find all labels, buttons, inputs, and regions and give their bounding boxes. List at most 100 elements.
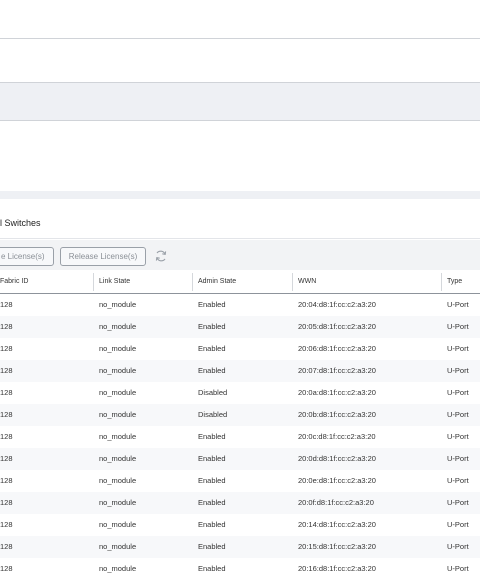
cell-fabric-id: 128 [0,432,13,441]
cell-type: U-Port [447,322,469,331]
cell-wwn: 20:0a:d8:1f:cc:c2:a3:20 [298,388,376,397]
cell-wwn: 20:06:d8:1f:cc:c2:a3:20 [298,344,376,353]
cell-link-state: no_module [99,410,137,419]
column-header-type[interactable]: Type [447,270,462,294]
cell-admin-state: Enabled [198,366,226,375]
cell-fabric-id: 128 [0,476,13,485]
cell-wwn: 20:07:d8:1f:cc:c2:a3:20 [298,366,376,375]
cell-link-state: no_module [99,344,137,353]
table-row[interactable]: 128 no_module Enabled 20:0d:d8:1f:cc:c2:… [0,448,480,470]
column-separator[interactable] [93,273,94,291]
cell-link-state: no_module [99,322,137,331]
panel-row [0,39,480,82]
cell-link-state: no_module [99,542,137,551]
cell-fabric-id: 128 [0,366,13,375]
cell-admin-state: Enabled [198,322,226,331]
cell-admin-state: Disabled [198,410,228,419]
cell-fabric-id: 128 [0,520,13,529]
cell-admin-state: Enabled [198,542,226,551]
cell-admin-state: Enabled [198,498,226,507]
cell-wwn: 20:04:d8:1f:cc:c2:a3:20 [298,300,376,309]
cell-admin-state: Enabled [198,432,226,441]
column-header-fabric-id[interactable]: Fabric ID [0,270,28,294]
cell-admin-state: Enabled [198,564,226,573]
cell-fabric-id: 128 [0,410,13,419]
column-header-wwn[interactable]: WWN [298,270,316,294]
cell-admin-state: Enabled [198,300,226,309]
cell-link-state: no_module [99,432,137,441]
cell-type: U-Port [447,432,469,441]
cell-wwn: 20:0d:d8:1f:cc:c2:a3:20 [298,454,376,463]
table-row[interactable]: 128 no_module Enabled 20:14:d8:1f:cc:c2:… [0,514,480,536]
cell-link-state: no_module [99,300,137,309]
cell-fabric-id: 128 [0,344,13,353]
column-separator[interactable] [441,273,442,291]
release-license-button[interactable]: Release License(s) [60,247,146,266]
cell-type: U-Port [447,520,469,529]
cell-link-state: no_module [99,476,137,485]
cell-wwn: 20:14:d8:1f:cc:c2:a3:20 [298,520,376,529]
table-toolbar: e License(s) Release License(s) [0,240,480,270]
table-row[interactable]: 128 no_module Enabled 20:07:d8:1f:cc:c2:… [0,360,480,382]
cell-type: U-Port [447,366,469,375]
cell-link-state: no_module [99,366,137,375]
cell-fabric-id: 128 [0,300,13,309]
table-row[interactable]: 128 no_module Enabled 20:06:d8:1f:cc:c2:… [0,338,480,360]
column-header-link-state[interactable]: Link State [99,270,130,294]
table-row[interactable]: 128 no_module Enabled 20:16:d8:1f:cc:c2:… [0,558,480,580]
cell-fabric-id: 128 [0,388,13,397]
cell-type: U-Port [447,476,469,485]
table-row[interactable]: 128 no_module Enabled 20:05:d8:1f:cc:c2:… [0,316,480,338]
table-body: 128 no_module Enabled 20:04:d8:1f:cc:c2:… [0,294,480,580]
table-row[interactable]: 128 no_module Enabled 20:0c:d8:1f:cc:c2:… [0,426,480,448]
cell-wwn: 20:0e:d8:1f:cc:c2:a3:20 [298,476,376,485]
section-title: l Switches [0,218,41,228]
cell-fabric-id: 128 [0,322,13,331]
panel-body [0,121,480,191]
cell-type: U-Port [447,498,469,507]
column-separator[interactable] [292,273,293,291]
cell-link-state: no_module [99,454,137,463]
divider [0,238,480,239]
table-row[interactable]: 128 no_module Disabled 20:0b:d8:1f:cc:c2… [0,404,480,426]
cell-wwn: 20:15:d8:1f:cc:c2:a3:20 [298,542,376,551]
cell-admin-state: Enabled [198,344,226,353]
table-row[interactable]: 128 no_module Enabled 20:04:d8:1f:cc:c2:… [0,294,480,316]
cell-admin-state: Enabled [198,476,226,485]
cell-type: U-Port [447,388,469,397]
top-panel [0,0,480,38]
table-row[interactable]: 128 no_module Disabled 20:0a:d8:1f:cc:c2… [0,382,480,404]
table-header: Fabric ID Link State Admin State WWN Typ… [0,270,480,294]
cell-wwn: 20:05:d8:1f:cc:c2:a3:20 [298,322,376,331]
cell-fabric-id: 128 [0,564,13,573]
column-header-admin-state[interactable]: Admin State [198,270,236,294]
cell-admin-state: Enabled [198,520,226,529]
table-row[interactable]: 128 no_module Enabled 20:0e:d8:1f:cc:c2:… [0,470,480,492]
cell-type: U-Port [447,542,469,551]
cell-link-state: no_module [99,564,137,573]
cell-link-state: no_module [99,520,137,529]
cell-link-state: no_module [99,388,137,397]
cell-fabric-id: 128 [0,454,13,463]
cell-type: U-Port [447,300,469,309]
cell-admin-state: Enabled [198,454,226,463]
panel-gap [0,191,480,199]
table-row[interactable]: 128 no_module Enabled 20:0f:d8:1f:cc:c2:… [0,492,480,514]
column-separator[interactable] [192,273,193,291]
cell-fabric-id: 128 [0,542,13,551]
table-row[interactable]: 128 no_module Enabled 20:15:d8:1f:cc:c2:… [0,536,480,558]
cell-type: U-Port [447,564,469,573]
cell-wwn: 20:16:d8:1f:cc:c2:a3:20 [298,564,376,573]
cell-fabric-id: 128 [0,498,13,507]
cell-wwn: 20:0f:d8:1f:cc:c2:a3:20 [298,498,374,507]
cell-admin-state: Disabled [198,388,228,397]
cell-type: U-Port [447,410,469,419]
refresh-icon[interactable] [154,249,168,263]
cell-type: U-Port [447,344,469,353]
acquire-license-button[interactable]: e License(s) [0,247,54,266]
cell-wwn: 20:0c:d8:1f:cc:c2:a3:20 [298,432,376,441]
cell-type: U-Port [447,454,469,463]
cell-wwn: 20:0b:d8:1f:cc:c2:a3:20 [298,410,376,419]
panel-header [0,83,480,120]
cell-link-state: no_module [99,498,137,507]
